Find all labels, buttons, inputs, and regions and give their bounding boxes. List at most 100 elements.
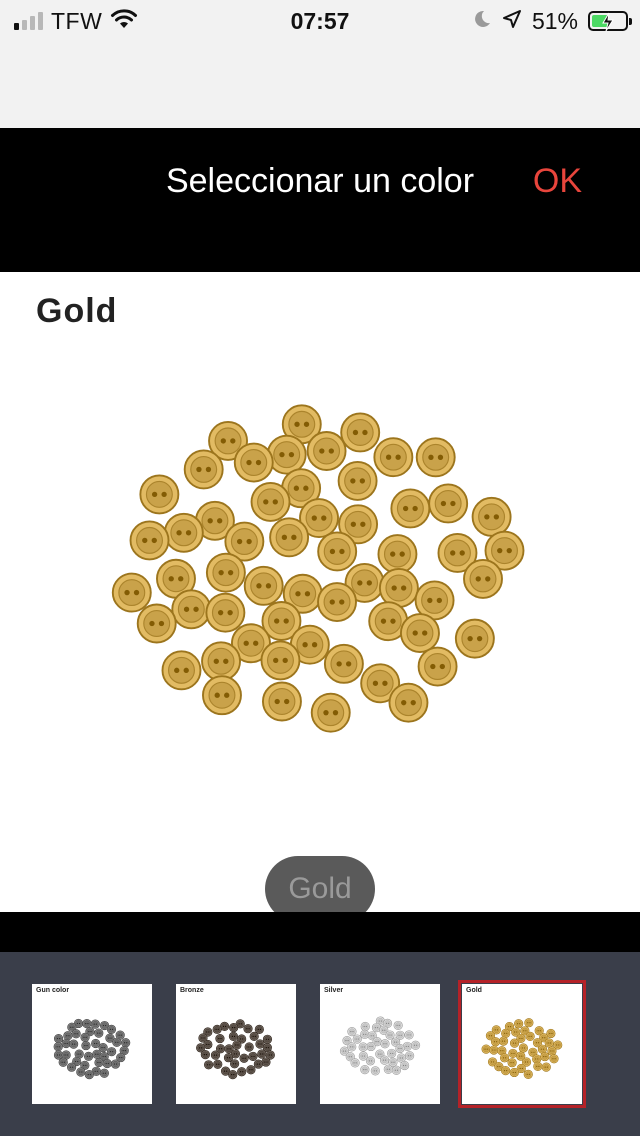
button-bead	[498, 1036, 509, 1046]
thumbnail-gun-color[interactable]: Gun color	[32, 984, 152, 1104]
ok-button[interactable]: OK	[533, 128, 582, 234]
button-bead	[136, 603, 177, 644]
button-bead	[233, 442, 274, 483]
button-bead	[205, 592, 246, 633]
button-bead	[98, 1042, 108, 1053]
button-bead	[347, 1027, 357, 1037]
color-thumbnail-bar: Gun color Bronze Silver Gold	[0, 952, 640, 1136]
thumbnail-image	[196, 1019, 275, 1080]
button-bead	[58, 1057, 68, 1067]
button-bead	[524, 1018, 534, 1028]
button-bead	[390, 488, 431, 529]
button-bead	[323, 643, 364, 684]
button-bead	[212, 1024, 222, 1034]
button-bead	[405, 1051, 415, 1061]
button-bead	[509, 1038, 520, 1048]
button-bead	[499, 1053, 510, 1063]
button-bead	[514, 1019, 524, 1029]
button-bead	[80, 1032, 90, 1042]
button-bead	[481, 1044, 491, 1054]
button-bead	[388, 682, 429, 723]
button-bead	[90, 1019, 100, 1029]
button-bead	[399, 1060, 410, 1071]
button-bead	[253, 1059, 263, 1069]
button-bead	[525, 1031, 535, 1041]
thumbnail-label: Gold	[466, 987, 482, 994]
button-bead	[523, 1069, 533, 1080]
button-bead	[63, 1031, 73, 1041]
button-bead	[246, 1065, 256, 1075]
button-bead	[243, 1024, 253, 1034]
thumbnail-image	[481, 1018, 563, 1080]
button-bead	[94, 1028, 104, 1038]
button-bead	[533, 1061, 543, 1071]
button-bead	[317, 531, 358, 572]
button-bead	[501, 1066, 511, 1076]
button-bead	[201, 641, 241, 682]
button-bead	[544, 1038, 554, 1048]
button-bead	[81, 1040, 91, 1051]
button-bead	[228, 1031, 239, 1042]
button-bead	[139, 474, 180, 515]
button-bead	[547, 1046, 557, 1056]
button-bead	[171, 589, 212, 630]
button-bead	[365, 1056, 376, 1066]
button-bead	[69, 1039, 79, 1049]
button-bead	[400, 613, 440, 653]
button-bead	[317, 582, 357, 622]
button-bead	[370, 1066, 380, 1076]
status-right: 51%	[472, 6, 632, 36]
button-bead	[509, 1067, 519, 1078]
button-bead	[360, 1029, 370, 1039]
thumbnail-label: Silver	[324, 987, 344, 994]
button-bead	[507, 1058, 517, 1068]
button-bead	[490, 1037, 501, 1047]
button-bead	[230, 1059, 240, 1069]
button-bead	[121, 1038, 131, 1048]
divider-band	[0, 912, 640, 952]
button-bead	[415, 437, 456, 478]
button-bead	[239, 1053, 249, 1063]
button-bead	[202, 675, 242, 716]
button-bead	[340, 412, 381, 453]
header-bar: Seleccionar un color OK	[0, 128, 640, 272]
button-bead	[366, 1041, 376, 1052]
button-bead	[404, 1030, 414, 1040]
button-bead	[183, 449, 224, 490]
button-bead	[501, 1028, 511, 1038]
button-bead	[67, 1062, 77, 1072]
button-bead	[71, 1029, 81, 1039]
status-bar: TFW 07:57 51%	[0, 0, 640, 128]
product-image: Gold	[0, 272, 640, 912]
button-bead	[232, 1040, 242, 1050]
button-bead	[84, 1069, 94, 1080]
button-bead	[111, 572, 152, 613]
moon-icon	[472, 9, 492, 34]
button-bead	[489, 1045, 499, 1055]
battery-charging-icon	[588, 11, 632, 32]
button-bead	[269, 517, 310, 558]
button-bead	[417, 646, 458, 687]
thumbnail-label: Gun color	[36, 987, 70, 994]
button-bead	[213, 1059, 223, 1069]
button-bead	[200, 1050, 210, 1060]
thumbnail-gold[interactable]: Gold	[458, 980, 586, 1108]
page-title: Seleccionar un color	[165, 162, 475, 200]
button-bead	[106, 1024, 117, 1034]
button-bead	[393, 1020, 403, 1031]
thumbnail-bronze[interactable]: Bronze	[176, 984, 296, 1104]
button-bead	[454, 618, 495, 659]
button-bead	[310, 692, 351, 733]
button-bead	[94, 1057, 104, 1068]
button-bead	[387, 1048, 397, 1059]
button-bead	[215, 1033, 225, 1044]
button-bead	[205, 552, 246, 593]
button-bead	[110, 1059, 121, 1069]
button-bead	[102, 1058, 112, 1069]
battery-percent: 51%	[531, 7, 578, 34]
button-bead	[129, 520, 170, 561]
button-bead	[377, 534, 418, 575]
button-bead	[99, 1068, 109, 1078]
button-bead	[248, 1051, 258, 1062]
thumbnail-silver[interactable]: Silver	[320, 984, 440, 1104]
